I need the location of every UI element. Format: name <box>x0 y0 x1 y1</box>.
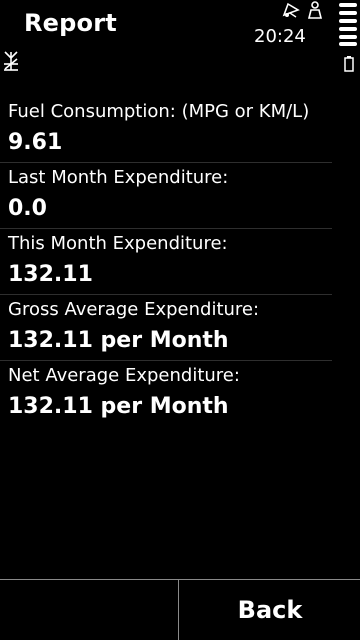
report-item-this-month: This Month Expenditure: 132.11 <box>0 229 332 295</box>
battery-icon <box>344 56 354 72</box>
app-title: Report <box>24 9 117 37</box>
status-bar: Report 20:24 <box>0 0 360 80</box>
report-label: Fuel Consumption: (MPG or KM/L) <box>8 101 310 122</box>
report-value: 132.11 <box>8 262 93 287</box>
clock: 20:24 <box>254 26 306 47</box>
person-icon <box>307 1 323 19</box>
report-label: This Month Expenditure: <box>8 233 228 254</box>
report-value: 9.61 <box>8 130 63 155</box>
report-item-gross-average: Gross Average Expenditure: 132.11 per Mo… <box>0 295 332 361</box>
report-item-net-average: Net Average Expenditure: 132.11 per Mont… <box>0 361 332 427</box>
report-item-last-month: Last Month Expenditure: 0.0 <box>0 163 332 229</box>
report-item-fuel-consumption: Fuel Consumption: (MPG or KM/L) 9.61 <box>0 97 332 163</box>
network-antenna-icon <box>4 51 18 71</box>
signal-strength-icon <box>339 3 357 46</box>
report-label: Last Month Expenditure: <box>8 167 229 188</box>
report-label: Gross Average Expenditure: <box>8 299 260 320</box>
notification-bell-icon <box>282 2 300 18</box>
report-list: Fuel Consumption: (MPG or KM/L) 9.61 Las… <box>0 97 332 427</box>
softkey-bar: Back <box>0 579 360 640</box>
left-softkey[interactable] <box>0 580 179 640</box>
report-value: 0.0 <box>8 196 47 221</box>
report-value: 132.11 per Month <box>8 328 229 353</box>
report-label: Net Average Expenditure: <box>8 365 240 386</box>
report-value: 132.11 per Month <box>8 394 229 419</box>
back-button[interactable]: Back <box>180 580 360 640</box>
